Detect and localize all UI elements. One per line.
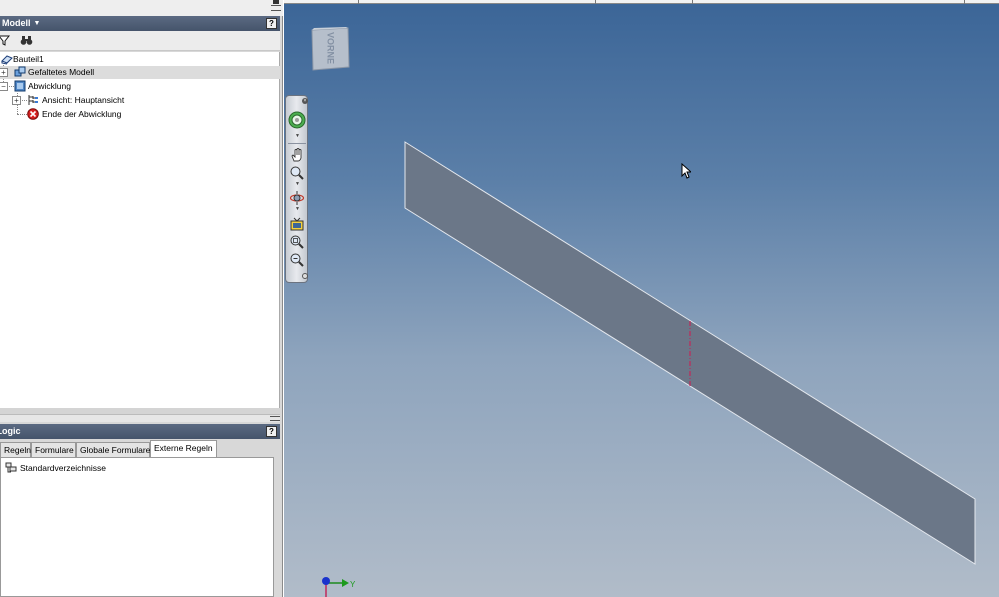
folder-tree-icon <box>5 462 17 474</box>
end-of-part-icon <box>27 108 39 120</box>
flat-pattern-icon <box>14 80 26 92</box>
graphics-viewport[interactable]: VORNE × ▼ ▼ ▼ Y <box>284 0 999 597</box>
ilogic-panel-titlebar <box>0 414 280 422</box>
coordinate-triad: Y <box>322 577 356 597</box>
tree-item-ansicht[interactable]: + Ansicht: Hauptansicht <box>0 94 280 107</box>
flat-pattern-sheet[interactable] <box>284 0 999 597</box>
ilogic-tabs: Regeln Formulare Globale Formulare Exter… <box>0 439 280 457</box>
tree-item-bauteil[interactable]: Bauteil1 <box>0 53 280 66</box>
folded-model-icon <box>14 66 26 78</box>
tab-formulare[interactable]: Formulare <box>31 442 76 457</box>
ilogic-panel-header: iLogic ? <box>0 424 280 439</box>
tree-item-ende-der-abwicklung[interactable]: Ende der Abwicklung <box>0 108 280 121</box>
tree-item-label: Abwicklung <box>28 81 71 91</box>
expand-icon[interactable]: + <box>12 96 21 105</box>
filter-icon[interactable] <box>0 34 11 48</box>
find-icon[interactable] <box>19 34 33 48</box>
chevron-down-icon[interactable]: ▼ <box>34 16 41 31</box>
view-representation-icon <box>27 94 39 106</box>
model-toolbar <box>0 31 280 51</box>
ilogic-help-button[interactable]: ? <box>266 426 277 437</box>
tree-item-abwicklung[interactable]: − Abwicklung <box>0 80 280 93</box>
tree-item-label: Bauteil1 <box>13 54 44 64</box>
model-panel-header[interactable]: Modell ▼ ? <box>0 16 280 31</box>
panel-grip-icon[interactable] <box>271 5 281 11</box>
model-help-button[interactable]: ? <box>266 18 277 29</box>
tab-regeln[interactable]: Regeln <box>0 442 31 457</box>
model-tree: Bauteil1 + Gefaltetes Modell − Abwicklun… <box>0 52 280 408</box>
tree-item-label: Ende der Abwicklung <box>42 109 122 119</box>
ilogic-rules-list: Standardverzeichnisse <box>0 457 274 597</box>
browser-panel: Modell ▼ ? Bauteil1 + Gefaltetes Modell … <box>0 0 283 597</box>
part-icon <box>1 53 13 65</box>
tab-globale-formulare[interactable]: Globale Formulare <box>76 442 150 457</box>
panel-top-strip <box>0 0 283 16</box>
tree-item-label: Gefaltetes Modell <box>28 67 95 77</box>
triad-y-label: Y <box>350 580 356 589</box>
list-item-label: Standardverzeichnisse <box>20 463 106 473</box>
ilogic-panel-title: iLogic <box>0 426 21 436</box>
expand-icon[interactable]: + <box>0 68 8 77</box>
mouse-cursor-icon <box>681 163 691 179</box>
tree-item-label: Ansicht: Hauptansicht <box>42 95 125 105</box>
tree-item-gefaltetes-modell[interactable]: + Gefaltetes Modell <box>0 66 280 79</box>
panel-grip-icon[interactable] <box>270 416 280 421</box>
model-panel-title: Modell <box>2 18 31 28</box>
collapse-icon[interactable]: − <box>0 82 8 91</box>
grip-icon <box>273 0 279 4</box>
tab-externe-regeln[interactable]: Externe Regeln <box>150 440 217 457</box>
